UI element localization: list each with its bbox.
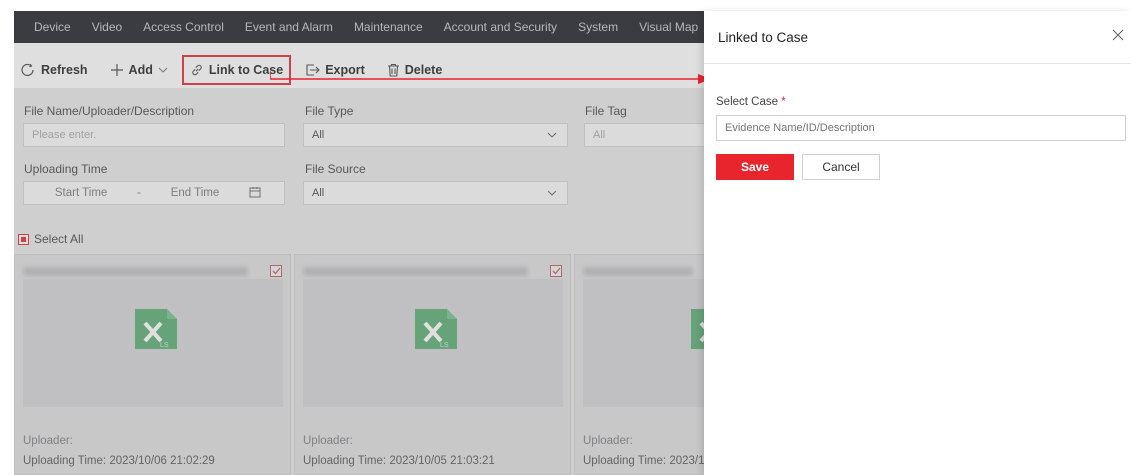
file-type-value: All <box>312 129 325 141</box>
file-type-label: File Type <box>305 104 354 118</box>
card-checkbox[interactable] <box>270 265 282 277</box>
start-time-field[interactable]: Start Time <box>55 187 107 199</box>
add-button[interactable]: Add <box>110 56 168 84</box>
file-type-select[interactable]: All <box>303 123 568 147</box>
excel-file-icon <box>683 307 704 354</box>
refresh-button[interactable]: Refresh <box>20 56 88 84</box>
nav-item-access-control[interactable]: Access Control <box>143 20 224 34</box>
nav-item-video[interactable]: Video <box>92 20 122 34</box>
uploader-label: Uploader: <box>23 435 73 447</box>
nav-item-system[interactable]: System <box>578 20 618 34</box>
uploading-time-value: 2023/10/05 21:03:21 <box>389 455 495 467</box>
uploading-time: Uploading Time: 2023/10/06 21:02:29 <box>23 455 215 467</box>
nav-item-device[interactable]: Device <box>34 20 71 34</box>
file-name-blurred <box>583 267 693 276</box>
save-button[interactable]: Save <box>716 154 794 180</box>
file-tag-value: All <box>593 129 606 141</box>
link-icon <box>190 63 204 77</box>
uploader-label: Uploader: <box>303 435 353 447</box>
file-name-blurred <box>23 267 248 276</box>
nav-item-maintenance[interactable]: Maintenance <box>354 20 423 34</box>
refresh-label: Refresh <box>41 63 88 77</box>
annotation-arrow <box>270 71 711 84</box>
nav-item-account-and-security[interactable]: Account and Security <box>444 20 557 34</box>
panel-header: Linked to Case <box>704 11 1131 64</box>
add-label: Add <box>128 63 153 77</box>
app-root: Device Video Access Control Event and Al… <box>0 0 1131 475</box>
panel-title: Linked to Case <box>718 30 809 45</box>
linked-to-case-panel: Linked to Case Select Case * Save Cancel <box>704 11 1131 475</box>
nav-item-event-and-alarm[interactable]: Event and Alarm <box>245 20 333 34</box>
uploading-time: Uploading Time: 2023/1 <box>583 455 704 467</box>
checkbox-indeterminate-icon <box>18 233 29 245</box>
close-icon[interactable] <box>1111 28 1125 45</box>
file-name-filter-label: File Name/Uploader/Description <box>24 104 195 118</box>
uploading-time-value: 2023/1 <box>669 455 704 467</box>
file-source-label: File Source <box>305 162 366 176</box>
uploading-time-label: Uploading Time: <box>583 455 667 467</box>
card-checkbox[interactable] <box>550 265 562 277</box>
select-case-input[interactable] <box>716 115 1126 141</box>
chevron-down-icon <box>547 130 557 142</box>
select-all-checkbox[interactable]: Select All <box>18 232 83 246</box>
file-source-select[interactable]: All <box>303 181 568 205</box>
refresh-icon <box>20 63 36 77</box>
file-card[interactable]: LS Uploader: Uploading Time: 2023/10/05 … <box>294 254 571 475</box>
plus-icon <box>110 63 124 77</box>
excel-file-icon: LS <box>407 307 461 354</box>
file-name-placeholder: Please enter. <box>32 129 97 141</box>
time-separator: - <box>137 187 141 199</box>
nav-item-visual-map[interactable]: Visual Map <box>639 20 698 34</box>
select-case-text: Select Case <box>716 96 779 108</box>
file-name-blurred <box>303 267 528 276</box>
chevron-down-icon <box>547 188 557 200</box>
file-card[interactable]: Uploader: Uploading Time: 2023/1 <box>574 254 704 475</box>
uploading-time-label: Uploading Time: <box>23 455 107 467</box>
top-navigation: Device Video Access Control Event and Al… <box>14 11 704 43</box>
end-time-field[interactable]: End Time <box>171 187 220 199</box>
chevron-down-icon <box>158 66 168 74</box>
uploading-time-range[interactable]: Start Time - End Time <box>23 181 285 205</box>
cancel-button[interactable]: Cancel <box>802 154 880 180</box>
required-mark: * <box>781 96 786 108</box>
uploading-time-value: 2023/10/06 21:02:29 <box>109 455 215 467</box>
file-card[interactable]: LS Uploader: Uploading Time: 2023/10/06 … <box>14 254 291 475</box>
uploading-time-label: Uploading Time <box>24 162 108 176</box>
select-case-label: Select Case * <box>716 96 786 108</box>
select-all-label: Select All <box>34 232 84 246</box>
uploader-label: Uploader: <box>583 435 633 447</box>
file-tag-label: File Tag <box>585 104 627 118</box>
excel-file-icon: LS <box>127 307 181 354</box>
uploading-time: Uploading Time: 2023/10/05 21:03:21 <box>303 455 495 467</box>
svg-text:LS: LS <box>440 342 449 349</box>
uploading-time-label: Uploading Time: <box>303 455 387 467</box>
file-source-value: All <box>312 187 325 199</box>
file-name-input[interactable]: Please enter. <box>23 123 285 147</box>
calendar-icon <box>249 186 261 201</box>
file-tag-select[interactable]: All <box>584 123 704 147</box>
svg-text:LS: LS <box>160 342 169 349</box>
